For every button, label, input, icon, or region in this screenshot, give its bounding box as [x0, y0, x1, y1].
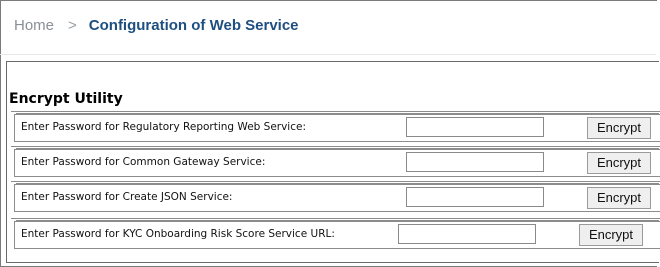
row-label: Enter Password for Common Gateway Servic…: [21, 156, 266, 168]
encrypt-button-create-json[interactable]: Encrypt: [587, 187, 651, 209]
breadcrumb-home-link[interactable]: Home: [14, 17, 54, 34]
encrypt-button-regulatory-reporting[interactable]: Encrypt: [587, 117, 651, 139]
common-gateway-password-input[interactable]: [406, 152, 544, 172]
encrypt-row-common-gateway: Enter Password for Common Gateway Servic…: [11, 146, 660, 177]
encrypt-button-kyc-onboarding[interactable]: Encrypt: [579, 224, 643, 246]
breadcrumb-separator-icon: >: [68, 16, 77, 34]
breadcrumb: Home > Configuration of Web Service: [14, 14, 299, 36]
row-label: Enter Password for Create JSON Service:: [21, 191, 233, 203]
kyc-onboarding-password-input[interactable]: [398, 224, 536, 244]
row-label: Enter Password for Regulatory Reporting …: [21, 121, 306, 133]
regulatory-reporting-password-input[interactable]: [406, 117, 544, 137]
encrypt-row-kyc-onboarding: Enter Password for KYC Onboarding Risk S…: [11, 218, 660, 249]
encrypt-row-regulatory-reporting: Enter Password for Regulatory Reporting …: [11, 111, 660, 142]
page-title: Configuration of Web Service: [88, 16, 299, 34]
section-title: Encrypt Utility: [9, 91, 123, 107]
encrypt-row-create-json: Enter Password for Create JSON Service: …: [11, 181, 660, 212]
create-json-password-input[interactable]: [406, 187, 544, 207]
header-divider: [0, 54, 656, 55]
encrypt-button-common-gateway[interactable]: Encrypt: [587, 152, 651, 174]
row-label: Enter Password for KYC Onboarding Risk S…: [21, 228, 335, 240]
